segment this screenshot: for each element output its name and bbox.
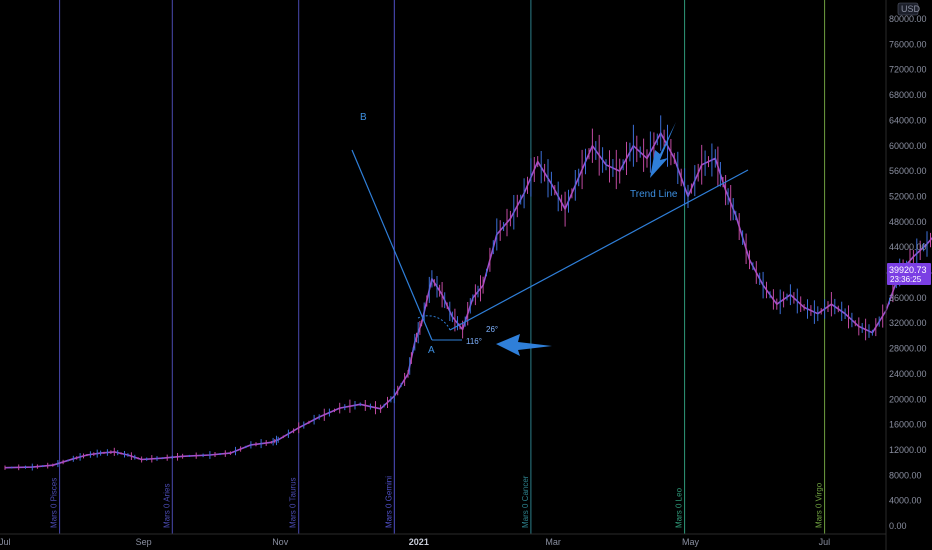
y-tick-label: 32000.00 — [889, 318, 927, 328]
x-tick-label: 2021 — [409, 537, 429, 547]
y-tick-label: 20000.00 — [889, 394, 927, 404]
mars-ingress-label: Mars 0 Taurus — [289, 477, 298, 528]
x-tick-label: Jul — [819, 537, 831, 547]
x-tick-label: May — [682, 537, 700, 547]
x-tick-label: Nov — [272, 537, 289, 547]
mars-ingress-label: Mars 0 Gemini — [384, 476, 393, 528]
y-tick-label: 52000.00 — [889, 191, 927, 201]
current-price-tag: 39920.73 23:36:25 — [887, 263, 931, 285]
mars-ingress-label: Mars 0 Virgo — [815, 482, 824, 528]
y-tick-label: 8000.00 — [889, 470, 922, 480]
y-tick-label: 28000.00 — [889, 344, 927, 354]
y-tick-label: 72000.00 — [889, 65, 927, 75]
mars-ingress-label: Mars 0 Cancer — [521, 475, 530, 528]
y-tick-label: 56000.00 — [889, 166, 927, 176]
price-chart[interactable]: Mars 0 Pisces Mars 0 Aries Mars 0 Taurus Ma… — [0, 0, 932, 550]
y-tick-label: 16000.00 — [889, 420, 927, 430]
y-tick-label: 80000.00 — [889, 14, 927, 24]
current-price: 39920.73 — [889, 265, 927, 275]
y-tick-label: 64000.00 — [889, 115, 927, 125]
x-tick-label: Jul — [0, 537, 11, 547]
angle-large-label: 116° — [466, 337, 482, 346]
currency-badge-label: USD — [901, 4, 921, 14]
point-b-label: B — [360, 112, 367, 123]
y-tick-label: 48000.00 — [889, 217, 927, 227]
x-tick-label: Mar — [545, 537, 561, 547]
y-tick-label: 68000.00 — [889, 90, 927, 100]
y-tick-label: 76000.00 — [889, 39, 927, 49]
chart-background — [0, 0, 932, 550]
y-tick-label: 12000.00 — [889, 445, 927, 455]
mars-ingress-label: Mars 0 Aries — [162, 484, 171, 528]
point-a-label: A — [428, 345, 435, 356]
y-tick-label: 60000.00 — [889, 141, 927, 151]
trend-line-label: Trend Line — [630, 189, 678, 200]
y-tick-label: 0.00 — [889, 521, 907, 531]
price-countdown: 23:36:25 — [890, 275, 922, 284]
currency-badge[interactable]: USD — [897, 2, 921, 16]
y-tick-label: 4000.00 — [889, 496, 922, 506]
y-tick-label: 44000.00 — [889, 242, 927, 252]
mars-ingress-label: Mars 0 Leo — [675, 487, 684, 528]
y-tick-label: 36000.00 — [889, 293, 927, 303]
mars-ingress-label: Mars 0 Pisces — [50, 478, 59, 528]
y-tick-label: 24000.00 — [889, 369, 927, 379]
x-tick-label: Sep — [136, 537, 152, 547]
angle-small-label: 26° — [486, 325, 498, 334]
